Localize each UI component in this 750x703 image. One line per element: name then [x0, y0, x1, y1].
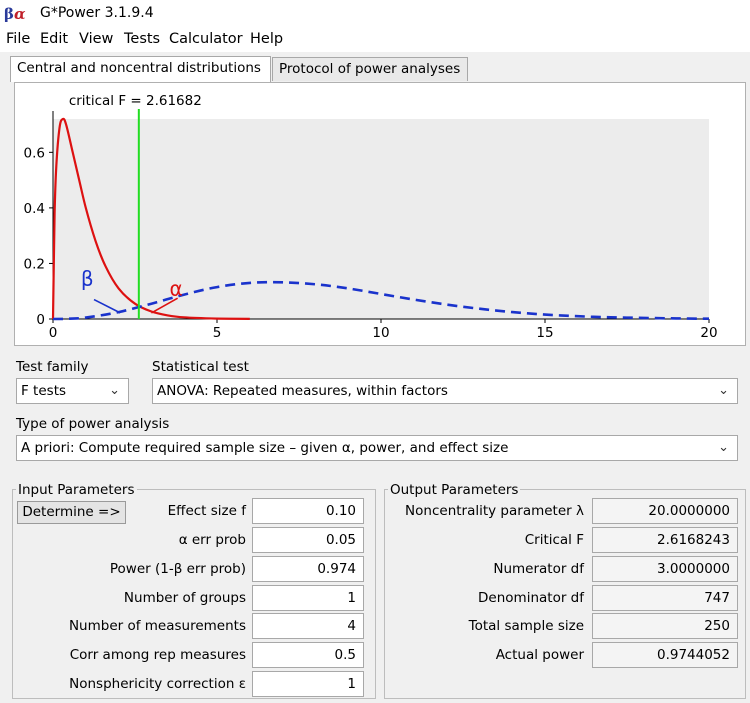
menu-help[interactable]: Help: [250, 31, 283, 47]
chevron-down-icon: ⌄: [718, 383, 729, 398]
power-field[interactable]: 0.974: [252, 556, 364, 582]
param-label: Total sample size: [468, 618, 584, 634]
x-tick-label: 20: [700, 325, 717, 341]
actual-power-output: 0.9744052: [592, 642, 738, 668]
menu-view[interactable]: View: [79, 31, 113, 47]
test-family-select[interactable]: F tests ⌄: [16, 378, 129, 404]
y-tick-label: 0.2: [24, 256, 45, 272]
test-family-label: Test family: [16, 359, 89, 375]
distribution-chart: 0 0.2 0.4 0.6 0 5 10 15 20 critical F = 2.61682…: [24, 93, 718, 341]
power-analysis-label: Type of power analysis: [16, 416, 170, 432]
menu-calculator[interactable]: Calculator: [169, 31, 243, 47]
test-family-value: F tests: [21, 383, 67, 399]
param-label: Noncentrality parameter λ: [405, 503, 584, 519]
param-label: Denominator df: [478, 590, 584, 606]
x-tick-label: 15: [536, 325, 553, 341]
input-parameters-title: Input Parameters: [16, 482, 137, 498]
chevron-down-icon: ⌄: [109, 383, 120, 398]
statistical-test-value: ANOVA: Repeated measures, within factors: [157, 383, 448, 399]
param-label: Corr among rep measures: [69, 647, 246, 663]
noncentrality-output: 20.0000000: [592, 498, 738, 524]
gpower-icon: βα: [4, 5, 26, 23]
corr-rep-measures-field[interactable]: 0.5: [252, 642, 364, 668]
denominator-df-output: 747: [592, 585, 738, 611]
alpha-label: α: [169, 276, 182, 300]
distribution-plot-panel: 0 0.2 0.4 0.6 0 5 10 15 20 critical F = 2.61682…: [14, 82, 746, 346]
menu-edit[interactable]: Edit: [40, 31, 68, 47]
x-tick-label: 0: [49, 325, 58, 341]
y-tick-label: 0.6: [24, 145, 45, 161]
beta-label: β: [81, 267, 94, 291]
param-label: Actual power: [495, 647, 584, 663]
x-tick-label: 5: [213, 325, 222, 341]
param-label: Numerator df: [493, 561, 584, 577]
critical-f-label: critical F = 2.61682: [69, 93, 202, 109]
param-label: Effect size f: [167, 503, 246, 519]
alpha-err-field[interactable]: 0.05: [252, 527, 364, 553]
y-tick-label: 0: [36, 312, 45, 328]
param-label: Number of measurements: [68, 618, 246, 634]
statistical-test-select[interactable]: ANOVA: Repeated measures, within factors…: [152, 378, 738, 404]
number-of-groups-field[interactable]: 1: [252, 585, 364, 611]
chevron-down-icon: ⌄: [718, 440, 729, 455]
menu-tests[interactable]: Tests: [124, 31, 160, 47]
param-label: Nonsphericity correction ε: [69, 676, 246, 692]
window-title: G*Power 3.1.9.4: [40, 5, 154, 21]
total-sample-size-output: 250: [592, 613, 738, 639]
tab-distributions[interactable]: Central and noncentral distributions: [10, 56, 271, 82]
statistical-test-label: Statistical test: [152, 359, 249, 375]
param-label: α err prob: [178, 532, 246, 548]
numerator-df-output: 3.0000000: [592, 556, 738, 582]
param-label: Critical F: [524, 532, 584, 548]
plot-area: [53, 119, 709, 319]
output-parameters-title: Output Parameters: [388, 482, 521, 498]
y-tick-label: 0.4: [24, 201, 45, 217]
nonsphericity-field[interactable]: 1: [252, 671, 364, 697]
power-analysis-value: A priori: Compute required sample size –…: [21, 440, 509, 456]
tab-protocol[interactable]: Protocol of power analyses: [272, 57, 468, 81]
param-label: Number of groups: [123, 590, 246, 606]
effect-size-field[interactable]: 0.10: [252, 498, 364, 524]
power-analysis-select[interactable]: A priori: Compute required sample size –…: [16, 435, 738, 461]
menu-file[interactable]: File: [6, 31, 30, 47]
number-of-measurements-field[interactable]: 4: [252, 613, 364, 639]
critical-f-output: 2.6168243: [592, 527, 738, 553]
x-tick-label: 10: [372, 325, 389, 341]
param-label: Power (1-β err prob): [109, 561, 246, 577]
